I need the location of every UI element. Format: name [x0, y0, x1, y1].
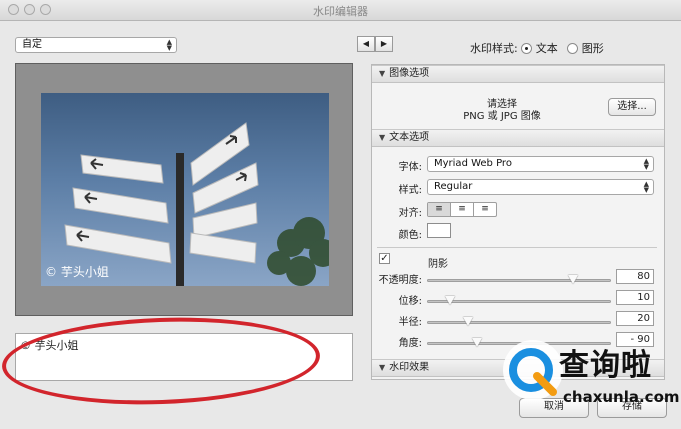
watermark-effects-title: 水印效果	[389, 362, 430, 373]
preview-photo: © 芋头小姐	[41, 93, 329, 286]
preset-select[interactable]: 自定 ▲ ▼	[15, 37, 177, 53]
image-options-title: 图像选项	[389, 68, 430, 79]
style-label: 样式:	[398, 185, 422, 196]
site-logo: 查询啦 chaxunla.com	[497, 330, 681, 416]
watermark-style-label: 水印样式:	[470, 42, 518, 55]
opacity-label: 不透明度:	[378, 275, 422, 286]
image-prompt-line2: PNG 或 JPG 图像	[463, 111, 541, 122]
divider	[377, 247, 657, 248]
chevron-updown-icon: ▲ ▼	[643, 157, 649, 171]
opacity-value-field[interactable]: 80	[616, 269, 654, 284]
logo-name: 查询啦	[559, 348, 652, 383]
radius-slider[interactable]	[427, 317, 611, 326]
preset-select-value: 自定	[22, 39, 42, 50]
align-center-icon[interactable]: ≡	[451, 203, 474, 216]
offset-slider-handle[interactable]	[445, 296, 455, 305]
next-image-button[interactable]: ▶	[375, 36, 393, 52]
shadow-checkbox[interactable]: ✓	[379, 253, 390, 264]
shadow-label: 阴影	[428, 259, 448, 270]
font-select-value: Myriad Web Pro	[434, 158, 512, 169]
color-swatch[interactable]	[427, 223, 451, 238]
logo-url: chaxunla.com	[563, 388, 680, 406]
style-image-label[interactable]: 图形	[582, 42, 604, 55]
radius-value-field[interactable]: 20	[616, 311, 654, 326]
font-select[interactable]: Myriad Web Pro ▲ ▼	[427, 156, 654, 172]
style-image-radio[interactable]	[567, 43, 579, 54]
disclosure-triangle-icon: ▼	[379, 69, 386, 78]
offset-label: 位移:	[398, 296, 422, 307]
offset-slider[interactable]	[427, 296, 611, 305]
text-options-title: 文本选项	[389, 132, 430, 143]
style-select-value: Regular	[434, 181, 473, 192]
alignment-group: ≡ ≡ ≡	[427, 202, 497, 217]
choose-image-button[interactable]: 选择...	[608, 98, 656, 116]
opacity-slider-handle[interactable]	[568, 275, 578, 284]
angle-label: 角度:	[398, 338, 422, 349]
radius-label: 半径:	[398, 317, 422, 328]
disclosure-triangle-icon: ▼	[379, 133, 386, 142]
radius-slider-handle[interactable]	[463, 317, 473, 326]
window-title: 水印编辑器	[313, 5, 368, 18]
title-bar: 水印编辑器	[0, 0, 681, 21]
offset-value-field[interactable]: 10	[616, 290, 654, 305]
image-options-header[interactable]: ▼ 图像选项	[372, 65, 664, 83]
preview-area: © 芋头小姐	[15, 63, 353, 316]
chevron-updown-icon: ▲ ▼	[166, 38, 172, 52]
annotation-ellipse	[0, 312, 322, 410]
style-text-radio[interactable]	[521, 43, 533, 54]
align-left-icon[interactable]: ≡	[428, 203, 451, 216]
disclosure-triangle-icon: ▼	[379, 363, 386, 372]
angle-slider-handle[interactable]	[472, 338, 482, 347]
chevron-updown-icon: ▲ ▼	[643, 180, 649, 194]
font-label: 字体:	[398, 162, 422, 173]
style-text-label[interactable]: 文本	[536, 42, 558, 55]
opacity-slider[interactable]	[427, 275, 611, 284]
preview-watermark-text: © 芋头小姐	[45, 265, 109, 279]
align-label: 对齐:	[398, 208, 422, 219]
signpost-image	[64, 122, 329, 286]
style-select[interactable]: Regular ▲ ▼	[427, 179, 654, 195]
watermark-style-group: 水印样式: 文本 图形	[470, 40, 604, 56]
text-options-header[interactable]: ▼ 文本选项	[372, 129, 664, 147]
color-label: 颜色:	[398, 230, 422, 241]
align-right-icon[interactable]: ≡	[474, 203, 496, 216]
previous-image-button[interactable]: ◀	[357, 36, 375, 52]
